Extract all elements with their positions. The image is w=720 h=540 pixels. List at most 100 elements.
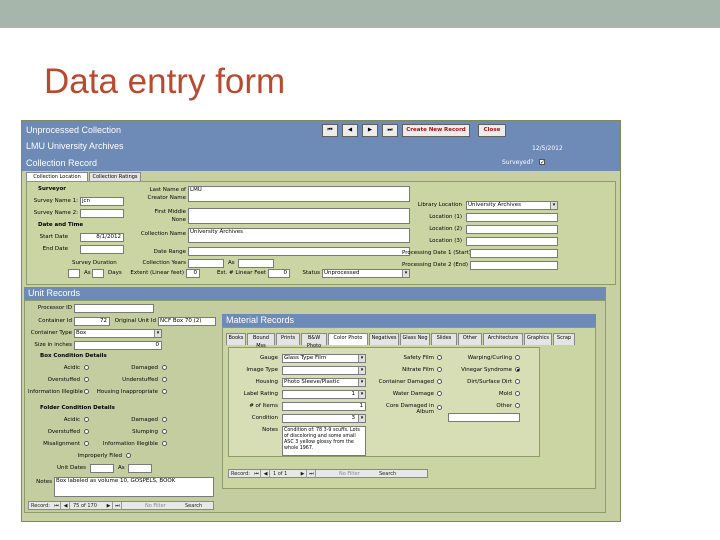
slumping-radio[interactable]: [162, 429, 167, 434]
core-damaged-radio[interactable]: [437, 405, 442, 410]
next-record-button[interactable]: ▶: [362, 124, 378, 137]
folder-info-illegible-label: Information Illegible: [102, 441, 158, 447]
folder-overstuffed-radio[interactable]: [84, 429, 89, 434]
location2-field[interactable]: [466, 225, 558, 234]
folder-info-illegible-radio[interactable]: [162, 441, 167, 446]
info-illegible-radio[interactable]: [84, 389, 89, 394]
water-damage-label: Water Damage: [392, 391, 434, 397]
unit-search[interactable]: Search: [185, 502, 202, 510]
tab-collection-ratings[interactable]: Collection Ratings: [89, 172, 141, 181]
tab-collection-location[interactable]: Collection Location: [26, 172, 88, 181]
image-type-select[interactable]: ▾: [282, 366, 366, 375]
material-notes-field[interactable]: Condition of: 78 3-9 scuffs. Lots of dis…: [282, 426, 366, 456]
last-record-button[interactable]: ⏭: [382, 124, 398, 137]
tab-prints[interactable]: Prints: [276, 333, 300, 345]
material-prev-icon[interactable]: ◀: [262, 470, 270, 478]
container-damaged-radio[interactable]: [437, 379, 442, 384]
survey-name2-field[interactable]: [80, 209, 124, 218]
understuffed-radio[interactable]: [162, 377, 167, 382]
start-date-field[interactable]: 8/1/2012: [80, 233, 124, 242]
vinegar-radio[interactable]: [515, 367, 520, 372]
unit-first-icon[interactable]: ⏮: [53, 502, 61, 510]
other-label: Other: [496, 403, 512, 409]
material-first-icon[interactable]: ⏮: [253, 470, 261, 478]
unit-next-icon[interactable]: ▶: [105, 502, 113, 510]
first-middle-field[interactable]: [188, 208, 410, 224]
processing-date1-field[interactable]: [470, 249, 558, 258]
tab-graphics[interactable]: Graphics: [524, 333, 552, 345]
tab-architecture[interactable]: Architecture: [483, 333, 523, 345]
unit-notes-field[interactable]: Box labeled as volume 10, GOSPELS, BOOK: [54, 477, 214, 497]
date-range-field[interactable]: [188, 247, 410, 256]
unit-dates-to[interactable]: [128, 464, 152, 473]
tab-bw-photo[interactable]: B&W Photo: [301, 333, 327, 349]
items-field[interactable]: 1: [282, 402, 366, 411]
location3-field[interactable]: [466, 237, 558, 246]
duration-field-1[interactable]: [68, 269, 80, 278]
material-next-icon[interactable]: ▶: [299, 470, 307, 478]
misalignment-radio[interactable]: [84, 441, 89, 446]
acidic-radio[interactable]: [84, 365, 89, 370]
location1-field[interactable]: [466, 213, 558, 222]
container-type-select[interactable]: Box ▾: [74, 329, 162, 338]
first-record-button[interactable]: ⏮: [322, 124, 338, 137]
condition-select[interactable]: 3 ▾: [282, 414, 366, 423]
housing-select[interactable]: Photo Sleeve/Plastic ▾: [282, 378, 366, 387]
other-radio[interactable]: [515, 403, 520, 408]
improperly-filed-radio[interactable]: [126, 453, 131, 458]
tab-books[interactable]: Books: [226, 333, 246, 345]
extent-field[interactable]: 0: [186, 269, 200, 278]
unit-nofilter[interactable]: No Filter: [145, 502, 166, 510]
folder-acidic-radio[interactable]: [84, 417, 89, 422]
processing-date2-label: Processing Date 2 (End): [402, 262, 469, 268]
unit-dates-from[interactable]: [90, 464, 114, 473]
create-new-record-button[interactable]: Create New Record: [402, 124, 470, 137]
survey-name1-field[interactable]: jcn: [80, 197, 124, 206]
tab-negatives[interactable]: Negatives: [369, 333, 399, 345]
close-button[interactable]: Close: [478, 124, 506, 137]
original-unit-id-field[interactable]: NCF Box 70 (2): [158, 317, 216, 326]
tab-other[interactable]: Other: [458, 333, 482, 345]
tab-scrap[interactable]: Scrap: [553, 333, 575, 345]
label-rating-select[interactable]: 1 ▾: [282, 390, 366, 399]
material-nofilter[interactable]: No Filter: [339, 470, 360, 478]
container-id-field[interactable]: 72: [74, 317, 110, 326]
overstuffed-radio[interactable]: [84, 377, 89, 382]
prev-record-button[interactable]: ◀: [342, 124, 358, 137]
tab-glass-neg[interactable]: Glass Neg: [400, 333, 430, 345]
size-field[interactable]: 0: [74, 341, 162, 350]
nitrate-film-radio[interactable]: [437, 367, 442, 372]
damaged-radio[interactable]: [162, 365, 167, 370]
tab-bound-mss[interactable]: Bound Mss: [247, 333, 275, 349]
processor-id-field[interactable]: [74, 304, 154, 313]
library-location-label: Library Location: [417, 202, 462, 208]
warping-radio[interactable]: [515, 355, 520, 360]
collection-name-field[interactable]: University Archives: [188, 228, 410, 243]
tab-slides[interactable]: Slides: [431, 333, 457, 345]
collection-years-from[interactable]: [188, 259, 224, 268]
end-date-field[interactable]: [80, 245, 124, 254]
material-tabs: Books Bound Mss Prints B&W Photo Color P…: [226, 333, 596, 349]
unit-dates-as-label: As: [118, 465, 125, 471]
unit-last-icon[interactable]: ⏭: [114, 502, 122, 510]
duration-field-2[interactable]: [92, 269, 104, 278]
surveyed-checkbox[interactable]: ✓: [539, 159, 545, 166]
tab-color-photo[interactable]: Color Photo: [328, 333, 368, 345]
housing-inappropriate-radio[interactable]: [162, 389, 167, 394]
creator-last-name-field[interactable]: LMU: [188, 186, 410, 202]
safety-film-radio[interactable]: [437, 355, 442, 360]
extent-ft-field[interactable]: 0: [268, 269, 290, 278]
mold-radio[interactable]: [515, 391, 520, 396]
collection-years-to[interactable]: [238, 259, 274, 268]
status-select[interactable]: Unprocessed ▾: [322, 269, 410, 278]
folder-damaged-radio[interactable]: [162, 417, 167, 422]
dirt-radio[interactable]: [515, 379, 520, 384]
material-last-icon[interactable]: ⏭: [308, 470, 316, 478]
other-field[interactable]: [448, 413, 520, 422]
library-location-select[interactable]: University Archives ▾: [466, 201, 558, 210]
water-damage-radio[interactable]: [437, 391, 442, 396]
material-search[interactable]: Search: [379, 470, 396, 478]
processing-date2-field[interactable]: [470, 261, 558, 270]
unit-prev-icon[interactable]: ◀: [62, 502, 70, 510]
gauge-select[interactable]: Glass Type Film ▾: [282, 354, 366, 363]
